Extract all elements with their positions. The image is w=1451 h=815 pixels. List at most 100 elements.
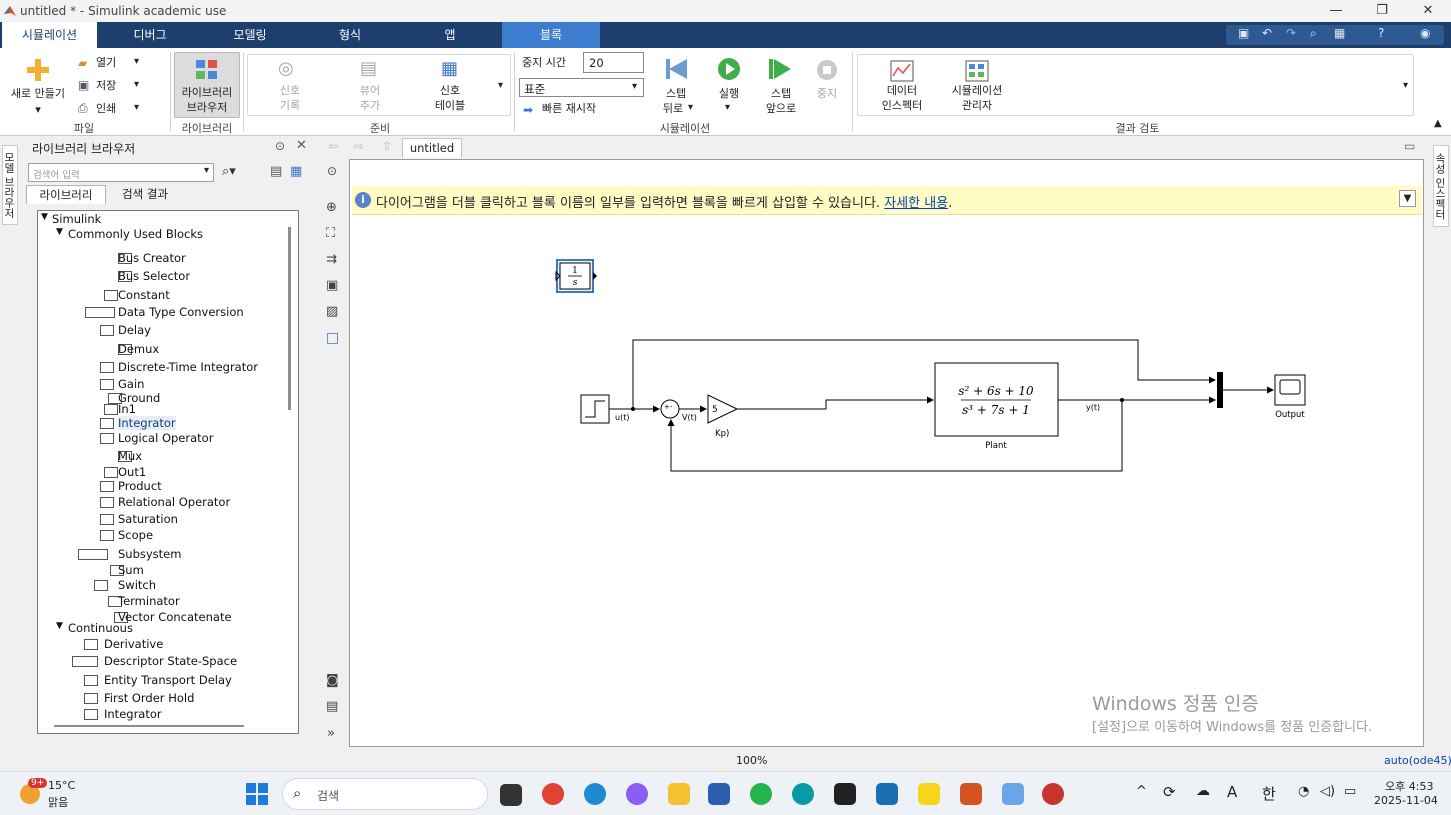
library-item[interactable]: Gain (118, 377, 144, 391)
pane-menu-icon[interactable]: ⊙ (275, 139, 285, 153)
model-browser-tab[interactable]: 모델 브라우저 (2, 145, 18, 225)
arrow-icon[interactable]: ⇉ (326, 252, 337, 267)
up-icon[interactable]: ⇧ (382, 139, 392, 153)
matlab-icon[interactable] (960, 783, 982, 805)
chevron-down-icon[interactable]: ▾ (134, 102, 139, 113)
tab-modeling[interactable]: 모델링 (200, 22, 300, 48)
model-browser-strip[interactable]: 모델 브라우저 (0, 137, 20, 767)
redo-icon[interactable]: ↷ (1286, 26, 1296, 40)
library-item[interactable]: In1 (118, 402, 136, 416)
chrome-icon[interactable] (542, 783, 564, 805)
app-teal-icon[interactable] (792, 783, 814, 805)
signal-table-label[interactable]: 신호 (428, 83, 472, 98)
simulation-manager-label[interactable]: 시뮬레이션 (944, 83, 1010, 98)
restore-button[interactable]: ❐ (1359, 0, 1405, 22)
close-icon[interactable]: ✕ (296, 138, 307, 153)
library-item[interactable]: Derivative (104, 637, 163, 651)
integrator-block[interactable]: 1 s (555, 259, 597, 293)
stop-button[interactable]: 중지 (808, 86, 846, 101)
wifi-icon[interactable]: ◔ (1298, 784, 1309, 799)
library-tree[interactable]: ▼ Simulink ▼ Commonly Used Blocks Bus Cr… (37, 210, 299, 734)
library-item[interactable]: Out1 (118, 465, 146, 479)
copilot-icon[interactable] (626, 783, 648, 805)
new-button[interactable]: 새로 만들기 (4, 86, 72, 101)
chevron-down-icon[interactable]: ▾ (134, 56, 139, 67)
tab-format[interactable]: 형식 (300, 22, 400, 48)
library-item[interactable]: Delay (118, 323, 151, 337)
library-item[interactable]: Vector Concatenate (118, 610, 232, 624)
library-item[interactable]: Entity Transport Delay (104, 673, 232, 687)
snipping-tool-icon[interactable] (1002, 783, 1024, 805)
explorer-icon[interactable]: ▤ (326, 699, 338, 714)
sync-icon[interactable]: ⟳ (1163, 783, 1176, 801)
signal-record-label[interactable]: 기록 (268, 98, 312, 113)
library-item[interactable]: Integrator (104, 707, 162, 721)
library-search-input[interactable]: 검색어 입력 ▾ (28, 163, 214, 182)
clock-time[interactable]: 오후 4:53 (1385, 778, 1433, 794)
forward-icon[interactable]: ⇨ (354, 139, 364, 153)
solver-link[interactable]: auto(ode45) (1384, 754, 1451, 767)
fast-restart-button[interactable]: 빠른 재시작 (542, 101, 596, 116)
tree-horizontal-scrollbar[interactable] (54, 725, 244, 727)
ime-indicator[interactable]: 한 (1262, 783, 1276, 804)
library-item[interactable]: Discrete-Time Integrator (118, 360, 258, 374)
help-icon[interactable]: ? (1378, 26, 1384, 40)
expand-toolbar-icon[interactable]: » (327, 726, 335, 741)
step-back-label[interactable]: 뒤로 (653, 101, 693, 116)
simulation-mode-select[interactable]: 표준 ▾ (519, 78, 644, 97)
tree-item-simulink[interactable]: Simulink (52, 212, 101, 226)
hide-palette-icon[interactable]: ⊙ (327, 164, 337, 178)
store-icon[interactable] (708, 783, 730, 805)
search-icon[interactable]: ⌕▾ (222, 164, 236, 179)
stop-time-input[interactable]: 20 (583, 52, 644, 73)
library-item[interactable]: Demux (118, 342, 159, 356)
temperature[interactable]: 15°C (48, 779, 75, 792)
library-item[interactable]: Scope (118, 528, 153, 542)
library-item[interactable]: Saturation (118, 512, 178, 526)
library-item[interactable]: First Order Hold (104, 691, 194, 705)
cloud-icon[interactable]: ☁ (1196, 783, 1210, 799)
battery-icon[interactable]: ▭ (1344, 784, 1356, 799)
language-indicator[interactable]: A (1227, 783, 1237, 801)
sum-block[interactable]: +- (660, 399, 680, 419)
library-item[interactable]: Relational Operator (118, 495, 230, 509)
search-icon[interactable]: ⌕ (1310, 26, 1317, 41)
step-back-label[interactable]: 스텝 (656, 86, 696, 101)
add-viewer-label[interactable]: 추가 (348, 98, 392, 113)
chevron-up-icon[interactable]: ^ (1136, 784, 1147, 799)
property-inspector-tab[interactable]: 속성 인스펙터 (1433, 145, 1449, 227)
library-item[interactable]: Terminator (118, 594, 180, 608)
back-icon[interactable]: ⇦ (328, 139, 338, 153)
step-forward-label[interactable]: 스텝 (760, 86, 802, 101)
data-inspector-label[interactable]: 데이터 (872, 83, 932, 98)
chevron-down-icon[interactable]: ▾ (30, 102, 46, 117)
run-button[interactable]: 실행 (708, 86, 750, 101)
library-item[interactable]: Descriptor State-Space (104, 654, 237, 668)
zoom-icon[interactable]: ⊕ (326, 200, 337, 215)
open-button[interactable]: 열기 (96, 55, 116, 70)
collapse-ribbon-icon[interactable]: ▲ (1434, 118, 1442, 129)
screenshot-icon[interactable]: ◙ (326, 673, 339, 688)
windows-start-icon[interactable] (246, 783, 268, 805)
library-item[interactable]: Mux (118, 449, 142, 463)
library-item[interactable]: Constant (118, 288, 170, 302)
tab-untitled[interactable]: untitled (402, 138, 462, 158)
library-item[interactable]: Bus Creator (118, 251, 186, 265)
library-item[interactable]: Sum (118, 563, 144, 577)
gallery-expand-icon[interactable]: ▾ (1403, 80, 1408, 91)
signal-table-label[interactable]: 테이블 (428, 98, 472, 113)
step-block[interactable] (580, 394, 610, 424)
volume-icon[interactable]: ◁) (1320, 784, 1335, 799)
chevron-down-icon[interactable]: ▾ (688, 102, 693, 113)
library-browser-button[interactable]: 라이브러리 브라우저 (174, 52, 240, 118)
signal-record-label[interactable]: 신호 (268, 83, 312, 98)
grid-view-icon[interactable]: ▦ (290, 164, 302, 179)
library-item[interactable]: Subsystem (118, 547, 181, 561)
app-green-icon[interactable] (750, 783, 772, 805)
minimize-button[interactable]: — (1313, 0, 1359, 22)
add-viewer-label[interactable]: 뷰어 (348, 83, 392, 98)
tree-item-continuous[interactable]: Continuous (68, 621, 133, 635)
tab-debug[interactable]: 디버그 (100, 22, 200, 48)
scope-block[interactable] (1274, 374, 1306, 406)
library-item[interactable]: Switch (118, 578, 156, 592)
